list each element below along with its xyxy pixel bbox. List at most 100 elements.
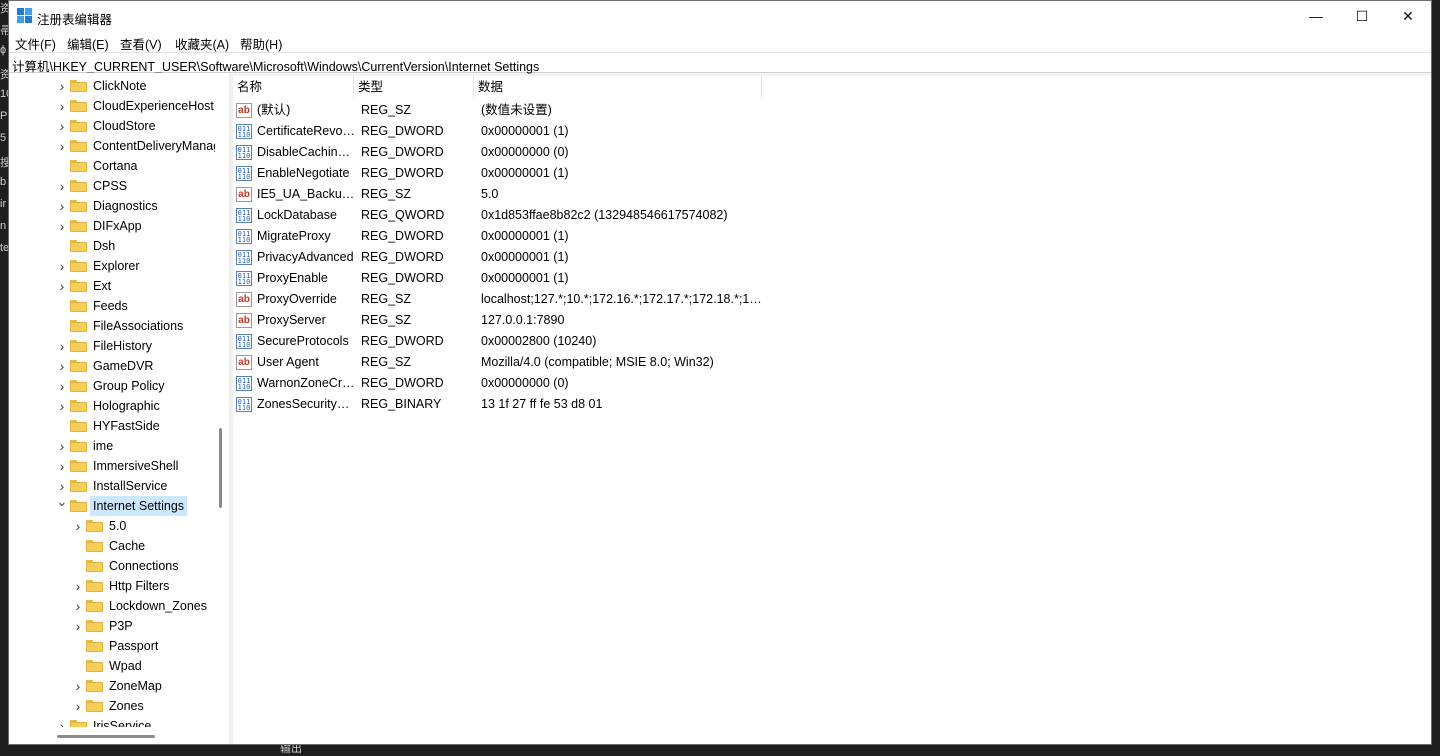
tree-node[interactable]: › 5.0 xyxy=(72,516,215,536)
tree-node-label[interactable]: Feeds xyxy=(90,296,131,316)
tree-node[interactable]: › Ext xyxy=(56,276,215,296)
tree-node-label[interactable]: Explorer xyxy=(90,256,143,276)
tree-node[interactable]: › CloudExperienceHost xyxy=(56,96,215,116)
value-row[interactable]: ab (默认) REG_SZ (数值未设置) xyxy=(233,100,833,121)
chevron-right-icon[interactable]: › xyxy=(56,336,68,356)
scrollbar-thumb[interactable] xyxy=(219,428,222,508)
tree-node[interactable]: › FileHistory xyxy=(56,336,215,356)
tree-node[interactable]: › CPSS xyxy=(56,176,215,196)
tree-node-label[interactable]: 5.0 xyxy=(106,516,129,536)
tree-node-label[interactable]: ZoneMap xyxy=(106,676,165,696)
tree-node-label[interactable]: Lockdown_Zones xyxy=(106,596,210,616)
tree-node-label[interactable]: Http Filters xyxy=(106,576,172,596)
tree-node[interactable]: › ime xyxy=(56,436,215,456)
minimize-button[interactable]: — xyxy=(1293,1,1339,31)
tree-node[interactable]: Wpad xyxy=(72,656,215,676)
chevron-right-icon[interactable]: › xyxy=(72,516,84,536)
chevron-right-icon[interactable]: › xyxy=(56,196,68,216)
tree-node-label[interactable]: HYFastSide xyxy=(90,416,163,436)
tree-node-label[interactable]: IrisService xyxy=(90,716,154,727)
tree-node[interactable]: FileAssociations xyxy=(56,316,215,336)
tree-node[interactable]: › InstallService xyxy=(56,476,215,496)
menu-favorites[interactable]: 收藏夹(A) xyxy=(175,34,229,53)
value-row[interactable]: 011 110 PrivacyAdvanced REG_DWORD 0x00000001… xyxy=(233,247,833,268)
value-row[interactable]: 011 110 EnableNegotiate REG_DWORD 0x00000001… xyxy=(233,163,833,184)
tree-node[interactable]: Passport xyxy=(72,636,215,656)
tree-node[interactable]: › ZoneMap xyxy=(72,676,215,696)
tree-vertical-scrollbar[interactable] xyxy=(215,73,229,727)
column-header-type[interactable]: 类型 xyxy=(354,76,474,99)
chevron-right-icon[interactable]: › xyxy=(56,176,68,196)
tree-node-label[interactable]: Ext xyxy=(90,276,114,296)
chevron-right-icon[interactable]: › xyxy=(56,716,68,727)
tree-node-label[interactable]: FileHistory xyxy=(90,336,155,356)
tree-node[interactable]: › DIFxApp xyxy=(56,216,215,236)
tree-node[interactable]: Dsh xyxy=(56,236,215,256)
chevron-right-icon[interactable]: › xyxy=(56,216,68,236)
tree-node-label[interactable]: ContentDeliveryManager xyxy=(90,136,215,156)
tree-node-label[interactable]: ime xyxy=(90,436,116,456)
chevron-right-icon[interactable]: › xyxy=(56,136,68,156)
tree-horizontal-scrollbar[interactable] xyxy=(9,727,229,744)
tree-node-label[interactable]: GameDVR xyxy=(90,356,156,376)
tree-node-label[interactable]: InstallService xyxy=(90,476,170,496)
chevron-right-icon[interactable]: › xyxy=(56,356,68,376)
tree-node[interactable]: › GameDVR xyxy=(56,356,215,376)
close-button[interactable]: ✕ xyxy=(1385,1,1431,31)
tree-node-label[interactable]: DIFxApp xyxy=(90,216,145,236)
tree-node-label[interactable]: Dsh xyxy=(90,236,118,256)
chevron-right-icon[interactable]: › xyxy=(72,696,84,716)
value-row[interactable]: 011110 CertificateRevocation REG_DWORD 0x00… xyxy=(233,121,833,142)
menu-file[interactable]: 文件(F) xyxy=(15,34,56,53)
value-row[interactable]: 011 110 LockDatabase REG_QWORD 0x1d853ffae8b… xyxy=(233,205,833,226)
chevron-right-icon[interactable]: › xyxy=(56,116,68,136)
scrollbar-thumb[interactable] xyxy=(57,735,155,738)
tree-node-label[interactable]: CloudExperienceHost xyxy=(90,96,215,116)
chevron-right-icon[interactable]: › xyxy=(56,436,68,456)
chevron-right-icon[interactable]: › xyxy=(56,396,68,416)
chevron-right-icon[interactable]: › xyxy=(72,676,84,696)
chevron-right-icon[interactable]: › xyxy=(72,596,84,616)
chevron-right-icon[interactable]: › xyxy=(56,376,68,396)
title-bar[interactable]: 注册表编辑器 — ☐ ✕ xyxy=(9,1,1431,31)
tree-node[interactable]: › Zones xyxy=(72,696,215,716)
maximize-button[interactable]: ☐ xyxy=(1339,1,1385,31)
tree-node[interactable]: ⌄ Internet Settings xyxy=(56,495,215,516)
chevron-right-icon[interactable]: › xyxy=(56,456,68,476)
chevron-right-icon[interactable]: › xyxy=(56,96,68,116)
tree-node[interactable]: › Http Filters xyxy=(72,576,215,596)
tree-node-label[interactable]: ClickNote xyxy=(90,76,150,96)
chevron-right-icon[interactable]: › xyxy=(56,276,68,296)
tree-node[interactable]: › ImmersiveShell xyxy=(56,456,215,476)
tree-node[interactable]: › Group Policy xyxy=(56,376,215,396)
address-bar[interactable]: 计算机\HKEY_CURRENT_USER\Software\Microsoft… xyxy=(9,52,1431,74)
tree-node[interactable]: › P3P xyxy=(72,616,215,636)
chevron-right-icon[interactable]: › xyxy=(56,76,68,96)
tree-node-label[interactable]: ImmersiveShell xyxy=(90,456,181,476)
tree-node-label[interactable]: Diagnostics xyxy=(90,196,161,216)
chevron-right-icon[interactable]: › xyxy=(56,476,68,496)
value-row[interactable]: 011 110 MigrateProxy REG_DWORD 0x00000001 (1… xyxy=(233,226,833,247)
chevron-down-icon[interactable]: ⌄ xyxy=(56,495,68,516)
tree-node[interactable]: › Diagnostics xyxy=(56,196,215,216)
column-header-data[interactable]: 数据 xyxy=(474,76,762,99)
tree-node-label[interactable]: P3P xyxy=(106,616,136,636)
chevron-right-icon[interactable]: › xyxy=(72,576,84,596)
tree-node[interactable]: Connections xyxy=(72,556,215,576)
tree-node[interactable]: › ClickNote xyxy=(56,76,215,96)
tree-node-label[interactable]: Zones xyxy=(106,696,147,716)
tree-node[interactable]: › Lockdown_Zones xyxy=(72,596,215,616)
value-row[interactable]: ab ProxyServer REG_SZ 127.0.0.1:7890 xyxy=(233,310,833,331)
chevron-right-icon[interactable]: › xyxy=(72,616,84,636)
chevron-right-icon[interactable]: › xyxy=(56,256,68,276)
tree-node-label[interactable]: Cortana xyxy=(90,156,140,176)
value-row[interactable]: 011110 DisableCachingOfSSLPages REG_DWORD 0… xyxy=(233,142,833,163)
tree-node-label[interactable]: CPSS xyxy=(90,176,130,196)
value-row[interactable]: 011 110 SecureProtocols REG_DWORD 0x00002800… xyxy=(233,331,833,352)
tree-node-label[interactable]: Holographic xyxy=(90,396,163,416)
tree-node[interactable]: Cache xyxy=(72,536,215,556)
tree-node[interactable]: › ContentDeliveryManager xyxy=(56,136,215,156)
tree-node-label[interactable]: Cache xyxy=(106,536,148,556)
tree-node[interactable]: Feeds xyxy=(56,296,215,316)
tree-node-label[interactable]: Group Policy xyxy=(90,376,168,396)
